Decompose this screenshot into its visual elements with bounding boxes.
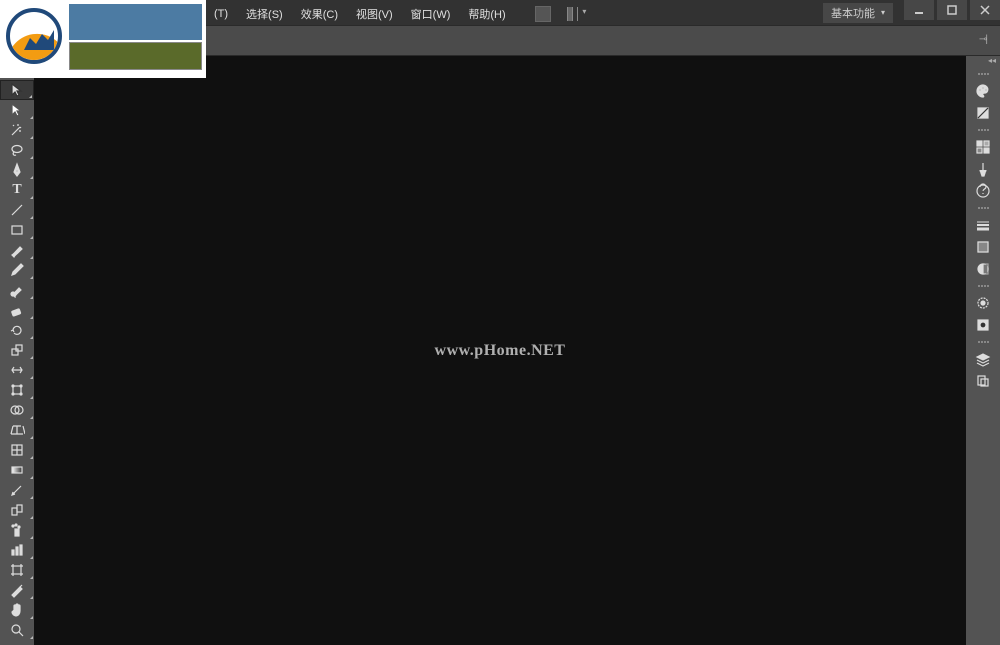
free-transform-tool[interactable]	[0, 380, 34, 400]
pencil-tool[interactable]	[0, 260, 34, 280]
menu-help[interactable]: 帮助(H)	[459, 4, 514, 24]
artboard-tool[interactable]	[0, 560, 34, 580]
gradient-panel-icon[interactable]	[966, 236, 1000, 258]
hand-tool[interactable]	[0, 600, 34, 620]
symbols-panel-icon[interactable]	[966, 180, 1000, 202]
menu-select[interactable]: 选择(S)	[237, 4, 292, 24]
menu-type-tail[interactable]: (T)	[205, 6, 237, 22]
window-controls	[901, 0, 1000, 25]
panel-group-handle[interactable]	[966, 69, 1000, 79]
brushes-panel-icon[interactable]	[966, 158, 1000, 180]
menu-view[interactable]: 视图(V)	[347, 4, 402, 24]
menu-window[interactable]: 窗口(W)	[402, 4, 460, 24]
overlay-logo	[0, 0, 206, 78]
zoom-tool[interactable]	[0, 620, 34, 640]
toolbox: T	[0, 56, 34, 645]
panel-group-handle[interactable]	[966, 281, 1000, 291]
slice-tool[interactable]	[0, 580, 34, 600]
symbol-sprayer-tool[interactable]	[0, 520, 34, 540]
pen-tool[interactable]	[0, 160, 34, 180]
main-area: ◂◂ T www.pHome.NET ◂◂	[0, 56, 1000, 645]
appearance-panel-icon[interactable]	[966, 292, 1000, 314]
eyedropper-tool[interactable]	[0, 480, 34, 500]
maximize-button[interactable]	[937, 0, 967, 20]
panel-group-handle[interactable]	[966, 203, 1000, 213]
minimize-button[interactable]	[904, 0, 934, 20]
collapse-control-icon[interactable]: ⊸|	[979, 34, 986, 45]
scale-tool[interactable]	[0, 340, 34, 360]
mesh-tool[interactable]	[0, 440, 34, 460]
width-tool[interactable]	[0, 360, 34, 380]
stroke-panel-icon[interactable]	[966, 214, 1000, 236]
transparency-panel-icon[interactable]	[966, 258, 1000, 280]
graphic-styles-panel-icon[interactable]	[966, 314, 1000, 336]
swatches-panel-icon[interactable]	[966, 136, 1000, 158]
panel-group-handle[interactable]	[966, 337, 1000, 347]
logo-bar-blue	[69, 4, 202, 40]
line-segment-tool[interactable]	[0, 200, 34, 220]
blend-tool[interactable]	[0, 500, 34, 520]
artboards-panel-icon[interactable]	[966, 370, 1000, 392]
color-panel-icon[interactable]	[966, 80, 1000, 102]
canvas-area[interactable]: www.pHome.NET	[34, 56, 966, 645]
panel-collapse-icon[interactable]: ◂◂	[966, 56, 1000, 68]
column-graph-tool[interactable]	[0, 540, 34, 560]
right-panel-dock: ◂◂	[966, 56, 1000, 645]
workspace-switcher[interactable]: 基本功能 ▾	[823, 3, 893, 23]
gradient-tool[interactable]	[0, 460, 34, 480]
magic-wand-tool[interactable]	[0, 120, 34, 140]
menu-effect[interactable]: 效果(C)	[292, 4, 347, 24]
eraser-tool[interactable]	[0, 300, 34, 320]
selection-tool[interactable]	[0, 80, 34, 100]
logo-bar-green	[69, 42, 202, 70]
perspective-grid-tool[interactable]	[0, 420, 34, 440]
chevron-down-icon: ▾	[881, 8, 885, 17]
document-setup-icon[interactable]	[535, 6, 551, 22]
workspace-label: 基本功能	[831, 5, 875, 21]
layers-panel-icon[interactable]	[966, 348, 1000, 370]
panel-group-handle[interactable]	[966, 125, 1000, 135]
rectangle-tool[interactable]	[0, 220, 34, 240]
arrange-documents-icon[interactable]: ▾	[567, 7, 587, 21]
type-tool[interactable]: T	[0, 180, 34, 200]
close-button[interactable]	[970, 0, 1000, 20]
paintbrush-tool[interactable]	[0, 240, 34, 260]
rotate-tool[interactable]	[0, 320, 34, 340]
lasso-tool[interactable]	[0, 140, 34, 160]
watermark-text: www.pHome.NET	[435, 342, 566, 360]
blob-brush-tool[interactable]	[0, 280, 34, 300]
shape-builder-tool[interactable]	[0, 400, 34, 420]
direct-selection-tool[interactable]	[0, 100, 34, 120]
menu-bar: (T) 选择(S) 效果(C) 视图(V) 窗口(W) 帮助(H) ▾	[205, 4, 587, 24]
logo-graphic	[4, 4, 66, 70]
color-guide-panel-icon[interactable]	[966, 102, 1000, 124]
